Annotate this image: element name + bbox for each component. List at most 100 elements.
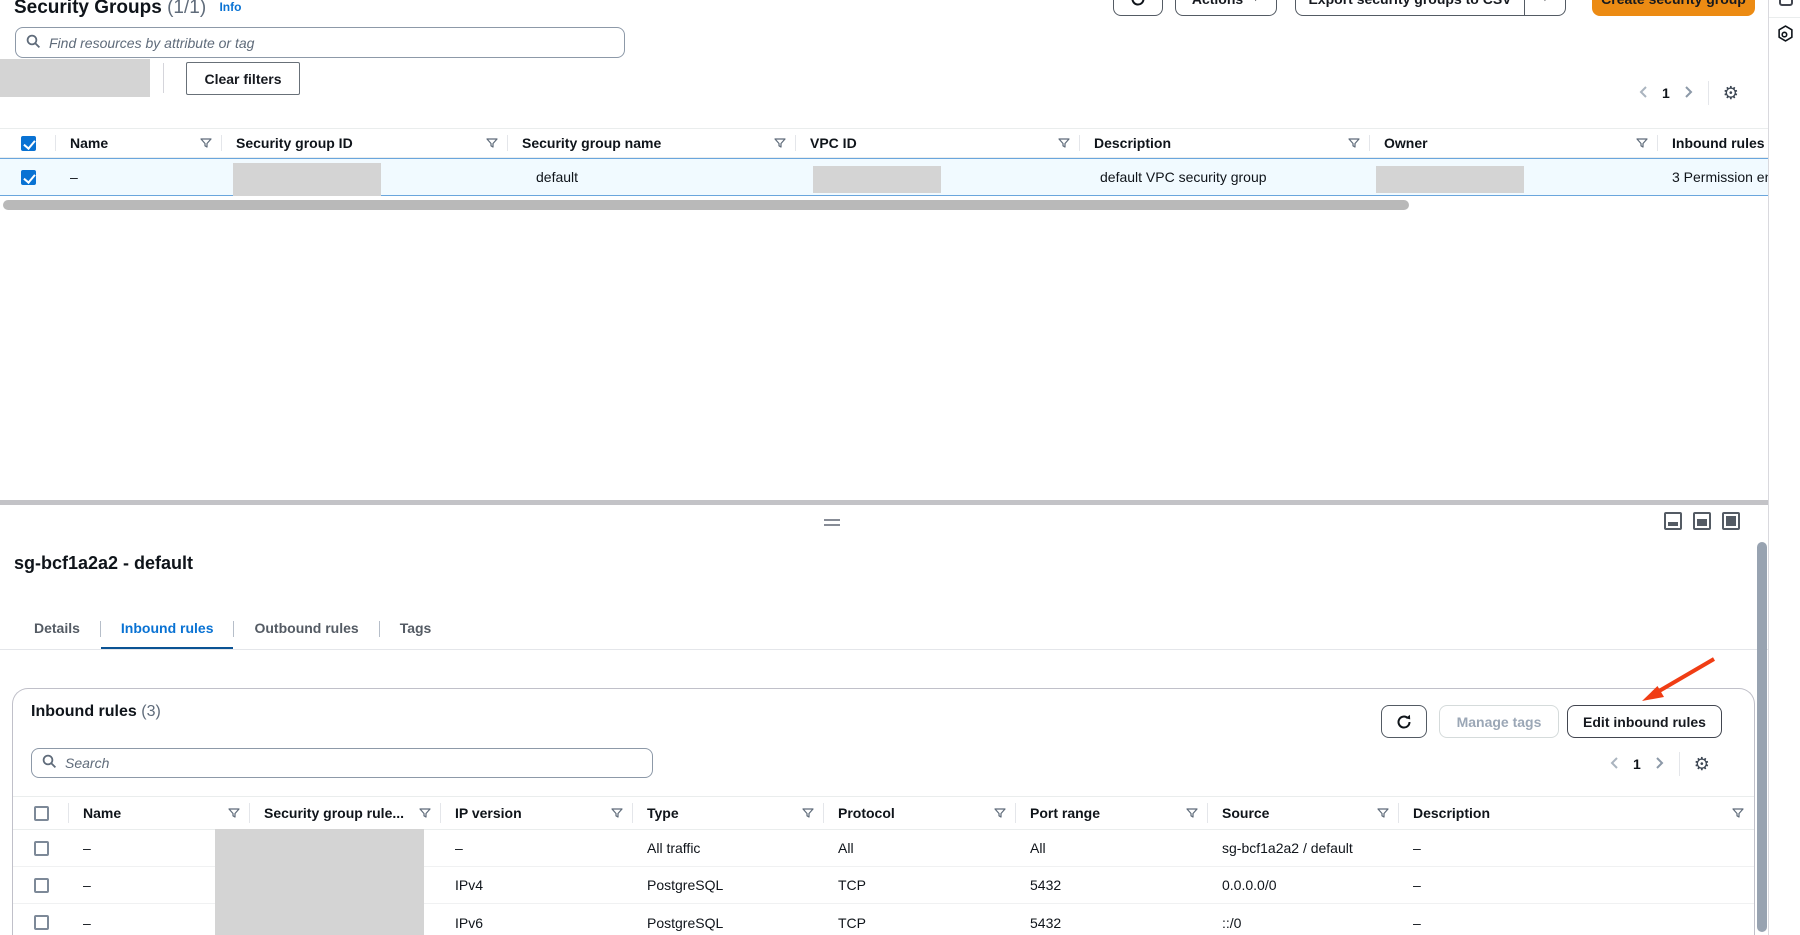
find-resources-search[interactable] [15, 27, 625, 58]
cell-port-range: 5432 [1016, 915, 1208, 931]
cell-rule-description: – [1399, 877, 1754, 893]
column-header-rule-description[interactable]: Description [1399, 797, 1754, 829]
filter-funnel-icon[interactable] [802, 808, 814, 819]
tab-details[interactable]: Details [14, 608, 100, 650]
cell-rule-description: – [1399, 840, 1754, 856]
column-header-type[interactable]: Type [633, 797, 824, 829]
create-security-group-label: Create security group [1601, 0, 1746, 7]
filter-funnel-icon[interactable] [486, 138, 498, 149]
filter-funnel-icon[interactable] [611, 808, 623, 819]
cell-port-range: 5432 [1016, 877, 1208, 893]
row-select-cell[interactable] [0, 170, 56, 185]
vertical-scrollbar[interactable] [1757, 542, 1767, 932]
rule-id-redaction [215, 829, 424, 935]
filter-funnel-icon[interactable] [994, 808, 1006, 819]
table-settings-gear-icon[interactable]: ⚙ [1723, 84, 1739, 102]
page-title-count: (1/1) [167, 0, 206, 18]
filter-funnel-icon[interactable] [1377, 808, 1389, 819]
column-header-owner[interactable]: Owner [1370, 129, 1658, 157]
column-header-port-range[interactable]: Port range [1016, 797, 1208, 829]
tab-inbound-rules[interactable]: Inbound rules [101, 608, 234, 650]
cell-ip-version: IPv6 [441, 915, 633, 931]
amazon-q-hexagon-icon[interactable] [1777, 25, 1794, 45]
column-header-security-group-rule-id[interactable]: Security group rule... [250, 797, 441, 829]
cell-protocol: All [824, 840, 1016, 856]
layout-split-small-icon[interactable] [1664, 512, 1682, 530]
layout-split-half-icon[interactable] [1693, 512, 1711, 530]
cell-protocol: TCP [824, 877, 1016, 893]
select-all-cell[interactable] [0, 129, 56, 157]
next-page-icon[interactable] [1655, 756, 1665, 773]
cell-source: 0.0.0.0/0 [1208, 877, 1399, 893]
page-title-text: Security Groups [14, 0, 162, 18]
split-divider[interactable] [0, 500, 1768, 505]
export-csv-split-caret-button[interactable]: ▼ [1524, 0, 1566, 16]
cut-off-panel-icon[interactable] [1779, 0, 1793, 6]
column-header-rule-name[interactable]: Name [69, 797, 250, 829]
rule-checkbox[interactable] [34, 915, 49, 930]
security-group-id-redaction [233, 163, 381, 196]
info-link[interactable]: Info [219, 0, 241, 14]
split-drag-handle-icon[interactable] [824, 519, 840, 529]
filter-funnel-icon[interactable] [1186, 808, 1198, 819]
filter-funnel-icon[interactable] [1058, 138, 1070, 149]
export-csv-button[interactable]: Export security groups to CSV [1295, 0, 1525, 16]
column-header-security-group-id[interactable]: Security group ID [222, 129, 508, 157]
next-page-icon[interactable] [1684, 85, 1694, 102]
select-all-rules-checkbox[interactable] [34, 806, 49, 821]
cell-security-group-name: default [508, 169, 796, 185]
rule-checkbox[interactable] [34, 878, 49, 893]
horizontal-scrollbar[interactable] [3, 200, 1409, 210]
page-number[interactable]: 1 [1662, 85, 1670, 101]
select-all-rules-cell[interactable] [13, 797, 69, 829]
cell-source: ::/0 [1208, 915, 1399, 931]
tab-tags[interactable]: Tags [380, 608, 452, 650]
filter-funnel-icon[interactable] [1636, 138, 1648, 149]
actions-button[interactable]: Actions ▼ [1175, 0, 1277, 16]
filter-funnel-icon[interactable] [774, 138, 786, 149]
manage-tags-button[interactable]: Manage tags [1439, 705, 1559, 738]
refresh-rules-button[interactable] [1381, 705, 1427, 738]
filter-funnel-icon[interactable] [1348, 138, 1360, 149]
row-checkbox[interactable] [21, 170, 36, 185]
column-header-ip-version[interactable]: IP version [441, 797, 633, 829]
cell-port-range: All [1016, 840, 1208, 856]
create-security-group-button[interactable]: Create security group [1592, 0, 1755, 16]
rules-table-header: Name Security group rule... IP version T… [13, 796, 1754, 830]
tab-outbound-rules[interactable]: Outbound rules [234, 608, 378, 650]
column-header-security-group-name[interactable]: Security group name [508, 129, 796, 157]
clear-filters-button[interactable]: Clear filters [186, 62, 300, 95]
column-header-description[interactable]: Description [1080, 129, 1370, 157]
column-header-protocol[interactable]: Protocol [824, 797, 1016, 829]
column-header-inbound-rules-count[interactable]: Inbound rules count [1658, 129, 1768, 157]
column-header-vpc-id[interactable]: VPC ID [796, 129, 1080, 157]
find-resources-input[interactable] [49, 35, 614, 51]
previous-page-icon[interactable] [1638, 85, 1648, 102]
column-header-source[interactable]: Source [1208, 797, 1399, 829]
filter-funnel-icon[interactable] [419, 808, 431, 819]
column-header-name[interactable]: Name [56, 129, 222, 157]
edit-inbound-rules-button[interactable]: Edit inbound rules [1567, 705, 1722, 738]
filter-funnel-icon[interactable] [200, 138, 212, 149]
previous-page-icon[interactable] [1609, 756, 1619, 773]
table-settings-gear-icon[interactable]: ⚙ [1694, 755, 1710, 773]
cell-rule-description: – [1399, 915, 1754, 931]
filter-funnel-icon[interactable] [228, 808, 240, 819]
owner-redaction [1376, 166, 1524, 193]
page-title: Security Groups (1/1) Info [14, 0, 241, 18]
right-side-rail [1768, 0, 1800, 935]
filter-funnel-icon[interactable] [1732, 808, 1744, 819]
rules-search-input[interactable] [65, 755, 642, 771]
rules-search[interactable] [31, 748, 653, 778]
inbound-rules-title: Inbound rules (3) [31, 703, 161, 721]
page-number[interactable]: 1 [1633, 756, 1641, 772]
panel-layout-toggles [1664, 512, 1740, 530]
select-all-checkbox[interactable] [21, 136, 36, 151]
layout-full-icon[interactable] [1722, 512, 1740, 530]
cell-description: default VPC security group [1080, 169, 1370, 185]
refresh-groups-button[interactable] [1113, 0, 1163, 16]
rail-divider [1769, 17, 1800, 18]
export-csv-button-label: Export security groups to CSV [1308, 0, 1511, 7]
cell-ip-version: IPv4 [441, 877, 633, 893]
rule-checkbox[interactable] [34, 841, 49, 856]
